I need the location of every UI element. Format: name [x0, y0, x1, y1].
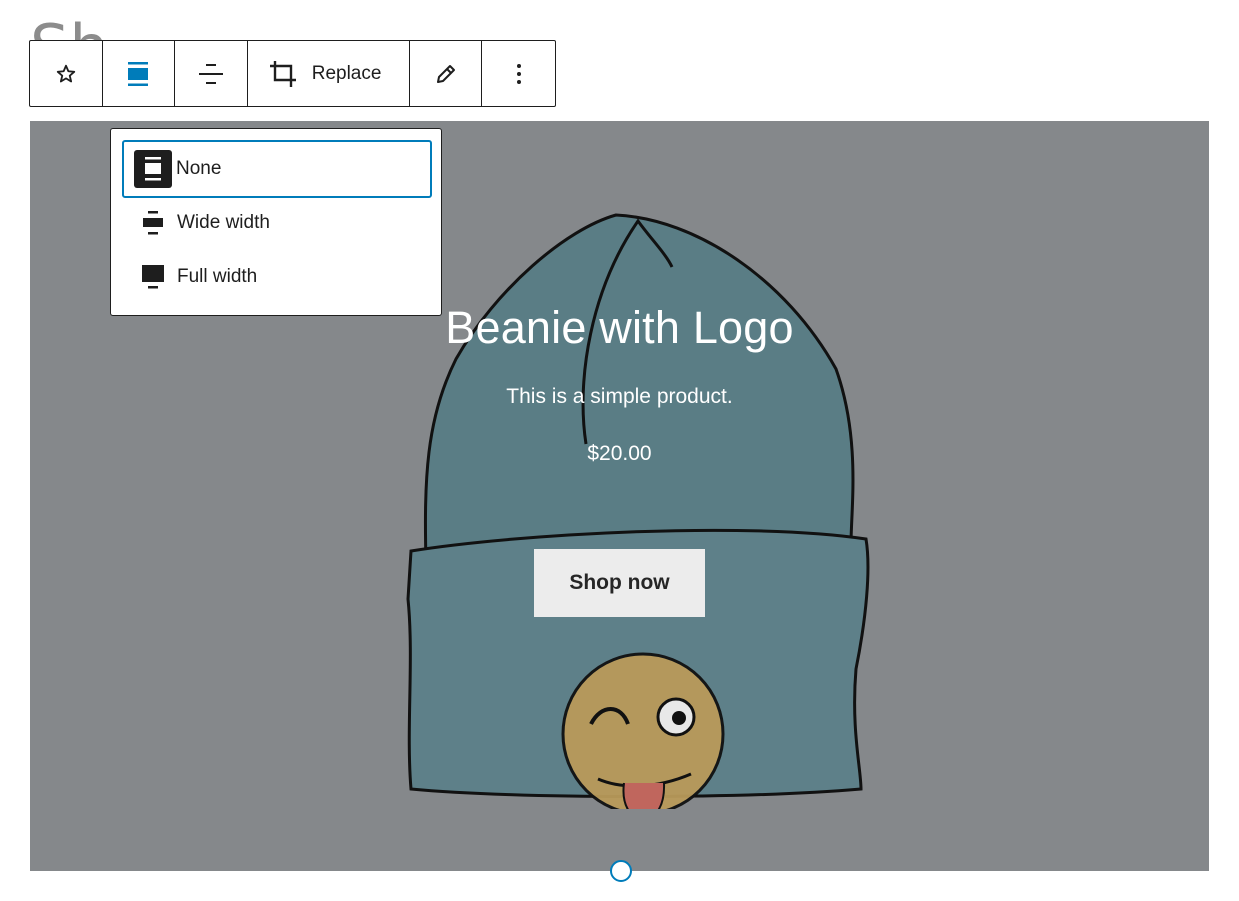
align-full-icon: [133, 257, 173, 297]
alignment-dropdown: None Wide width Full width: [110, 128, 442, 316]
more-options-button[interactable]: [482, 41, 555, 106]
block-toolbar: Replace: [29, 40, 556, 107]
align-option-full[interactable]: Full width: [123, 250, 431, 304]
resize-handle[interactable]: [610, 860, 632, 882]
more-vertical-icon: [516, 63, 521, 84]
align-none-icon: [134, 150, 172, 188]
beanie-product-image: [406, 213, 870, 809]
align-option-label: None: [176, 158, 222, 179]
page-heading: Sh: [30, 8, 109, 44]
align-option-label: Full width: [177, 266, 258, 287]
align-center-button[interactable]: [175, 41, 248, 106]
align-option-label: Wide width: [177, 212, 270, 233]
align-none-button[interactable]: [103, 41, 176, 106]
align-option-none[interactable]: None: [122, 140, 432, 198]
product-description[interactable]: This is a simple product.: [30, 385, 1209, 409]
shop-now-button[interactable]: Shop now: [534, 549, 705, 617]
replace-button[interactable]: Replace: [248, 41, 410, 106]
star-button[interactable]: [30, 41, 103, 106]
crop-icon: [269, 60, 296, 87]
align-center-icon: [198, 63, 223, 84]
cover-content: Beanie with Logo This is a simple produc…: [30, 305, 1209, 466]
replace-label: Replace: [311, 62, 382, 84]
align-none-icon: [128, 61, 149, 86]
edit-button[interactable]: [410, 41, 483, 106]
star-icon: [56, 64, 75, 82]
align-wide-icon: [133, 203, 173, 243]
pencil-icon: [436, 64, 455, 83]
align-option-wide[interactable]: Wide width: [123, 196, 431, 250]
product-price: $20.00: [587, 442, 652, 465]
